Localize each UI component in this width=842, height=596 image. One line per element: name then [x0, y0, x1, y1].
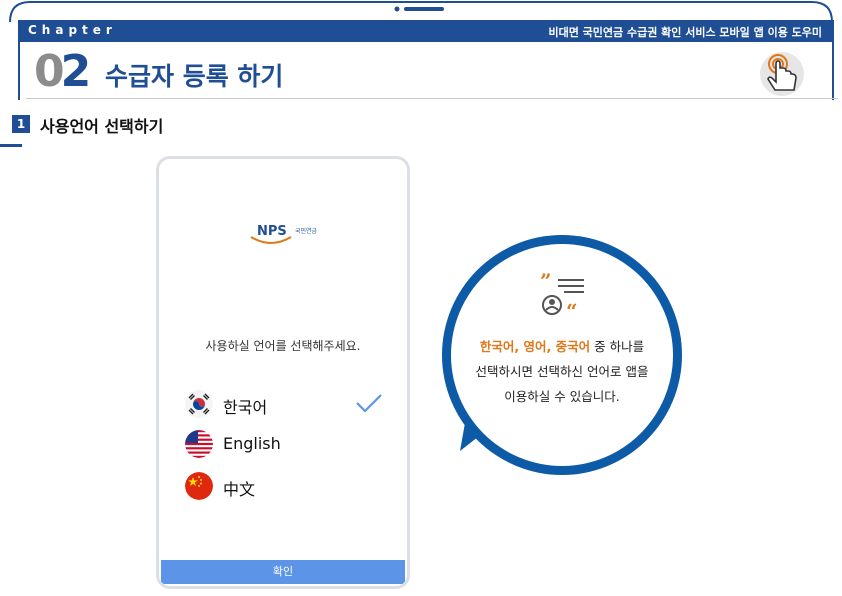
tablet-frame-top	[0, 0, 842, 22]
callout-line-1: 한국어, 영어, 중국어 중 하나를	[479, 339, 645, 354]
quote-profile-icon: ” “	[540, 272, 584, 320]
callout-line-2: 선택하시면 선택하신 언어로 앱을	[475, 364, 649, 379]
section-title: 사용언어 선택하기	[40, 117, 164, 136]
checkmark-icon	[356, 394, 382, 413]
document-title: 비대면 국민연금 수급권 확인 서비스 모바일 앱 이용 도우미	[548, 26, 822, 39]
header-bar: Chapter 비대면 국민연금 수급권 확인 서비스 모바일 앱 이용 도우미	[18, 20, 834, 42]
nps-logo: NPS 국민연금	[250, 224, 318, 244]
touch-hand-icon	[760, 52, 804, 96]
korea-flag-icon	[185, 390, 213, 418]
svg-text:국민연금: 국민연금	[295, 227, 318, 235]
language-prompt: 사용하실 언어를 선택해주세요.	[205, 339, 361, 353]
frame-right-edge	[832, 42, 834, 100]
chapter-label: Chapter	[28, 23, 117, 37]
language-label-korean: 한국어	[223, 398, 268, 417]
chapter-title: 수급자 등록 하기	[105, 62, 284, 91]
language-option-english[interactable]: English	[185, 429, 385, 459]
usa-flag-icon	[185, 430, 213, 458]
divider	[26, 98, 838, 99]
svg-text:”: ”	[540, 272, 552, 293]
confirm-button[interactable]: 확인	[161, 560, 405, 584]
china-flag-icon	[185, 472, 213, 500]
language-label-english: English	[223, 434, 281, 453]
callout-text: 한국어, 영어, 중국어 중 하나를 선택하시면 선택하신 언어로 앱을 이용하…	[453, 334, 671, 409]
svg-text:“: “	[566, 299, 578, 320]
phone-screen: NPS 국민연금 사용하실 언어를 선택해주세요. 한국어 English 中文…	[156, 156, 410, 589]
svg-text:NPS: NPS	[257, 224, 287, 239]
chapter-number: 02	[34, 46, 91, 97]
section-number: 1	[12, 115, 30, 133]
section-underline	[0, 144, 22, 147]
frame-left-edge	[18, 42, 20, 100]
language-option-chinese[interactable]: 中文	[185, 471, 385, 501]
callout-highlight: 한국어, 영어, 중국어	[479, 339, 591, 354]
callout-line-3: 이용하실 수 있습니다.	[504, 389, 620, 404]
language-label-chinese: 中文	[223, 480, 256, 499]
